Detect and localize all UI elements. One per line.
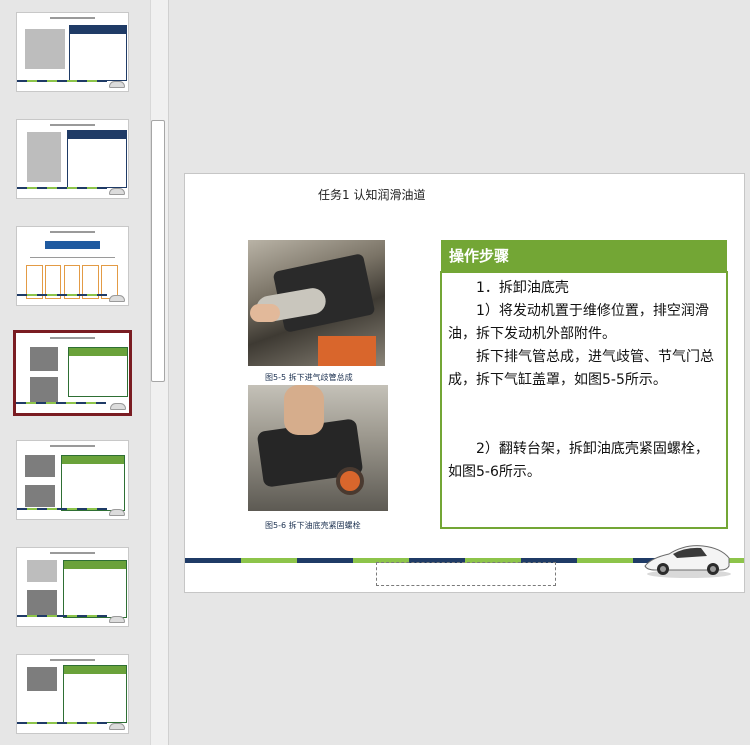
- thumb-image: [30, 377, 58, 403]
- workspace-edge: [745, 0, 750, 745]
- step-text: 2）翻转台架，拆卸油底壳紧固螺栓，如图5-6所示。: [448, 441, 709, 480]
- thumb-title-line: [50, 659, 95, 661]
- step-text: 1．拆卸油底壳: [476, 280, 569, 296]
- thumb-footer-stripe: [17, 294, 107, 296]
- slide-thumbnail-3[interactable]: [16, 226, 129, 306]
- engine-manifold-photo[interactable]: [248, 240, 385, 366]
- steps-text-box[interactable]: 1．拆卸油底壳 1）将发动机置于维修位置，排空润滑油，拆下发动机外部附件。 拆下…: [440, 271, 728, 529]
- figure-caption-5-6: 图5-6 拆下油底壳紧固螺栓: [265, 521, 361, 530]
- thumb-title-line: [49, 337, 96, 339]
- slide-thumbnail-1[interactable]: [16, 12, 129, 92]
- slide-thumbnail-4-selected[interactable]: [13, 330, 132, 416]
- thumb-title-line: [50, 17, 95, 19]
- thumb-car-icon: [109, 509, 125, 516]
- notes-placeholder[interactable]: [376, 562, 556, 586]
- thumb-text-box: [63, 560, 127, 618]
- slide-canvas[interactable]: 任务1 认知润滑油道 图5-5 拆下进气歧管总成 图5-6 拆下油底壳紧固螺栓 …: [184, 173, 745, 593]
- thumb-car-icon: [109, 81, 125, 88]
- thumb-footer-stripe: [16, 402, 106, 404]
- thumb-footer-stripe: [17, 508, 107, 510]
- thumb-image: [25, 485, 55, 507]
- thumb-text-box: [67, 130, 127, 188]
- thumb-image: [25, 455, 55, 477]
- thumb-image: [27, 667, 57, 691]
- thumb-car-icon: [109, 188, 125, 195]
- thumb-image: [30, 347, 58, 371]
- thumb-footer-stripe: [17, 80, 107, 82]
- step-spacer: [448, 392, 720, 438]
- thumb-image: [27, 590, 57, 616]
- slide-thumbnail-2[interactable]: [16, 119, 129, 199]
- thumb-title-line: [50, 552, 95, 554]
- thumb-car-icon: [109, 295, 125, 302]
- slide-thumbnail-pane: [0, 0, 150, 745]
- thumb-footer-stripe: [17, 722, 107, 724]
- step-text: 1）将发动机置于维修位置，排空润滑油，拆下发动机外部附件。: [448, 303, 709, 342]
- thumb-text-box: [63, 665, 127, 723]
- figure-caption-5-5: 图5-5 拆下进气歧管总成: [265, 373, 353, 382]
- slide-title: 任务1 认知润滑油道: [318, 188, 426, 202]
- thumb-text-box: [69, 25, 127, 81]
- thumbnail-scrollbar-thumb[interactable]: [151, 120, 165, 382]
- slide-thumbnail-6[interactable]: [16, 547, 129, 627]
- steps-header: 操作步骤: [441, 240, 727, 272]
- thumb-footer-stripe: [17, 187, 107, 189]
- thumb-diagram-line: [30, 257, 115, 258]
- thumb-text-box: [68, 347, 128, 397]
- thumb-title-line: [50, 445, 95, 447]
- thumb-car-icon: [110, 403, 126, 410]
- thumb-image: [25, 29, 65, 69]
- thumb-image: [27, 560, 57, 582]
- slide-thumbnail-5[interactable]: [16, 440, 129, 520]
- thumb-image: [27, 132, 61, 182]
- step-text: 拆下排气管总成，进气歧管、节气门总成，拆下气缸盖罩，如图5-5所示。: [448, 349, 714, 388]
- thumb-text-box: [61, 455, 125, 511]
- car-logo-icon: [644, 545, 731, 578]
- thumb-car-icon: [109, 723, 125, 730]
- thumb-diagram-header: [44, 241, 101, 249]
- thumb-title-line: [50, 231, 95, 233]
- slide-thumbnail-7[interactable]: [16, 654, 129, 734]
- oil-pan-bolt-photo[interactable]: [248, 385, 388, 511]
- thumb-footer-stripe: [17, 615, 107, 617]
- thumb-title-line: [50, 124, 95, 126]
- thumb-car-icon: [109, 616, 125, 623]
